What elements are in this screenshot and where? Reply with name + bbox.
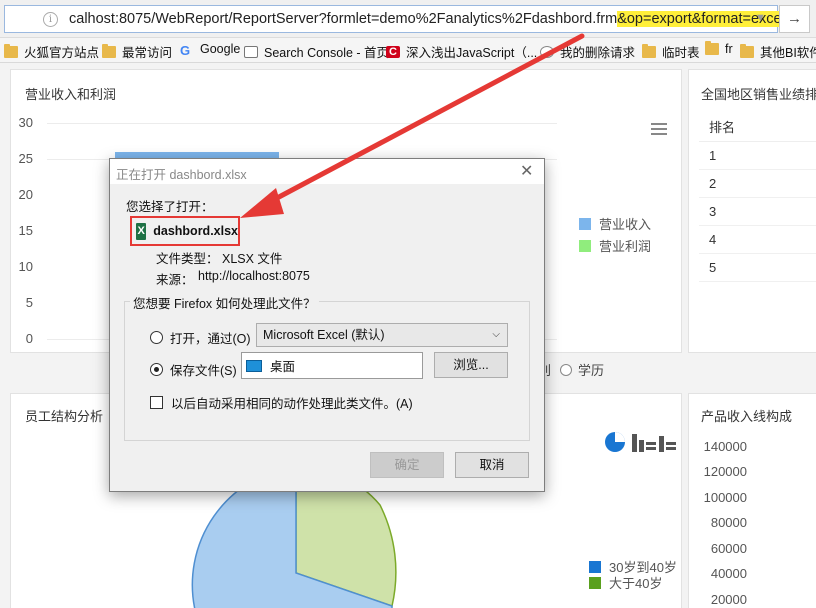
source-value: http://localhost:8075 xyxy=(198,269,310,283)
auto-action-checkbox[interactable]: 以后自动采用相同的动作处理此类文件。(A) xyxy=(150,393,413,412)
bar-icon xyxy=(646,447,656,450)
close-icon[interactable]: ✕ xyxy=(520,161,533,181)
y-tick: 60000 xyxy=(710,541,747,556)
bar-icon xyxy=(666,442,676,445)
dialog-body: 您选择了打开： X dashbord.xlsx 文件类型： XLSX 文件 来源… xyxy=(110,184,544,491)
ok-button[interactable]: 确定 xyxy=(370,452,444,478)
browse-button[interactable]: 浏览... xyxy=(434,352,508,378)
chosen-label: 您选择了打开： xyxy=(126,200,214,214)
application-select[interactable]: Microsoft Excel (默认) ⌵ xyxy=(256,323,508,347)
pie-chart-icon-cut xyxy=(615,432,625,442)
file-type-label: 文件类型： xyxy=(156,252,219,266)
desktop-icon xyxy=(246,359,262,372)
y-tick: 120000 xyxy=(703,464,747,479)
y-tick: 80000 xyxy=(710,515,747,530)
save-file-radio[interactable]: 保存文件(S) xyxy=(150,360,237,379)
file-type-value: XLSX 文件 xyxy=(222,252,283,266)
chevron-down-icon: ⌵ xyxy=(492,329,500,340)
y-tick: 40000 xyxy=(710,566,747,581)
cancel-button[interactable]: 取消 xyxy=(455,452,529,478)
save-folder-field[interactable]: 桌面 xyxy=(241,352,423,379)
panel-title: 产品收入线构成 xyxy=(701,409,793,424)
checkbox xyxy=(150,396,163,409)
file-name-box: X dashbord.xlsx xyxy=(130,216,240,246)
chart-type-icons[interactable] xyxy=(604,430,680,454)
group-question: 您想要 Firefox 如何处理此文件？ xyxy=(130,293,319,312)
radio-button xyxy=(150,331,163,344)
product-panel: 产品收入线构成 140000 120000 100000 80000 60000… xyxy=(688,393,816,608)
excel-icon: X xyxy=(136,222,147,240)
open-with-radio[interactable]: 打开，通过(O) xyxy=(150,328,251,347)
dialog-title: 正在打开 dashbord.xlsx xyxy=(116,168,247,182)
bar-icon xyxy=(632,434,637,452)
y-tick: 20000 xyxy=(710,592,747,607)
source-label: 来源： xyxy=(156,273,194,287)
download-dialog: 正在打开 dashbord.xlsx ✕ 您选择了打开： X dashbord.… xyxy=(109,158,545,492)
bar-icon xyxy=(639,440,644,452)
file-name: dashbord.xlsx xyxy=(153,224,238,238)
bar-icon xyxy=(666,447,676,450)
bar-icon xyxy=(646,442,656,445)
radio-button xyxy=(150,363,163,376)
y-tick: 100000 xyxy=(703,490,747,505)
bar-icon xyxy=(659,436,664,452)
y-tick: 140000 xyxy=(703,439,747,454)
